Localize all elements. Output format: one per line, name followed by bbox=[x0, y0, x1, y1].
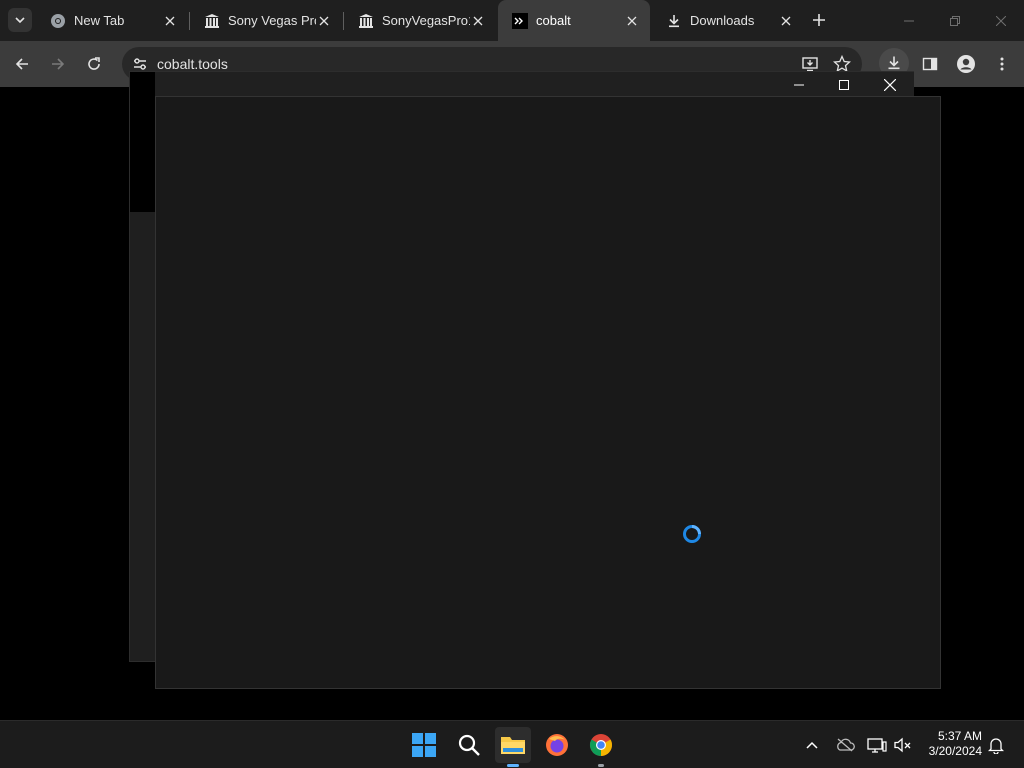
taskbar: 5:37 AM 3/20/2024 bbox=[0, 720, 1024, 768]
chrome-icon bbox=[590, 734, 612, 756]
tab-title: Sony Vegas Pro bbox=[228, 13, 316, 28]
reload-icon bbox=[88, 57, 100, 70]
close-tab-icon[interactable] bbox=[470, 13, 486, 29]
volume-muted-icon bbox=[894, 737, 911, 753]
show-hidden-icons-button[interactable] bbox=[802, 735, 822, 755]
minimize-icon bbox=[904, 20, 914, 21]
chrome-icon bbox=[50, 13, 66, 29]
folder-icon bbox=[501, 737, 525, 754]
plus-icon bbox=[813, 14, 825, 26]
dialog-minimize-button[interactable] bbox=[777, 72, 821, 97]
minimize-icon bbox=[794, 84, 804, 85]
network-button[interactable] bbox=[866, 735, 888, 755]
reload-button[interactable] bbox=[80, 50, 108, 78]
tab-new-tab[interactable]: New Tab bbox=[36, 0, 188, 41]
tab-title: New Tab bbox=[74, 13, 125, 28]
volume-button[interactable] bbox=[892, 735, 914, 755]
restore-button[interactable] bbox=[932, 0, 978, 41]
chrome-button[interactable] bbox=[583, 727, 619, 767]
close-tab-icon[interactable] bbox=[162, 13, 178, 29]
notifications-button[interactable] bbox=[986, 735, 1006, 755]
tab-title: SonyVegasPro1 bbox=[382, 13, 470, 28]
tab-title: cobalt bbox=[536, 13, 571, 28]
close-tab-icon[interactable] bbox=[778, 13, 794, 29]
bell-icon bbox=[988, 738, 1004, 754]
forward-button[interactable] bbox=[44, 50, 72, 78]
cloud-offline-icon bbox=[837, 738, 855, 752]
arrow-right-icon bbox=[52, 58, 65, 70]
active-indicator bbox=[507, 764, 519, 767]
clock-time: 5:37 AM bbox=[937, 729, 982, 743]
tune-icon bbox=[134, 58, 146, 70]
firefox-button[interactable] bbox=[539, 727, 575, 763]
menu-button[interactable] bbox=[988, 50, 1016, 78]
tab-cobalt[interactable]: cobalt bbox=[498, 0, 650, 41]
cobalt-icon bbox=[512, 12, 528, 29]
tab-search-button[interactable] bbox=[8, 8, 32, 32]
clock-date: 3/20/2024 bbox=[928, 744, 982, 758]
back-button[interactable] bbox=[8, 50, 36, 78]
dialog-body bbox=[155, 96, 941, 689]
arrow-left-icon bbox=[15, 58, 28, 70]
running-indicator bbox=[598, 764, 604, 767]
more-vert-icon bbox=[1000, 57, 1004, 71]
new-tab-button[interactable] bbox=[806, 7, 832, 33]
tab-strip: New Tab Sony Vegas Pro SonyVegasPro1 cob… bbox=[0, 0, 1024, 41]
start-button[interactable] bbox=[406, 727, 442, 763]
library-icon bbox=[204, 13, 220, 29]
side-panel-icon bbox=[922, 57, 938, 71]
minimize-button[interactable] bbox=[886, 0, 932, 41]
tab-sonyvegaspro1[interactable]: SonyVegasPro1 bbox=[344, 0, 496, 41]
download-icon bbox=[666, 13, 682, 29]
tab-sony-vegas-pro[interactable]: Sony Vegas Pro bbox=[190, 0, 342, 41]
close-icon bbox=[996, 15, 1006, 26]
download-icon bbox=[888, 56, 900, 70]
dialog-maximize-button[interactable] bbox=[822, 72, 866, 97]
network-icon bbox=[867, 738, 887, 753]
profile-button[interactable] bbox=[952, 50, 980, 78]
restore-icon bbox=[950, 15, 960, 26]
dialog-close-button[interactable] bbox=[868, 72, 912, 97]
firefox-icon bbox=[546, 734, 568, 756]
close-tab-icon[interactable] bbox=[624, 13, 640, 29]
library-icon bbox=[358, 13, 374, 29]
profile-icon bbox=[957, 55, 975, 73]
onedrive-button[interactable] bbox=[834, 735, 856, 755]
close-tab-icon[interactable] bbox=[316, 13, 332, 29]
side-panel-button[interactable] bbox=[916, 50, 944, 78]
file-explorer-button[interactable] bbox=[495, 727, 531, 767]
tab-title: Downloads bbox=[690, 13, 755, 28]
search-button[interactable] bbox=[451, 727, 487, 763]
tab-downloads[interactable]: Downloads bbox=[652, 0, 804, 41]
url-text: cobalt.tools bbox=[157, 56, 228, 72]
dialog-titlebar bbox=[155, 72, 914, 97]
close-icon bbox=[884, 78, 896, 91]
chevron-up-icon bbox=[806, 741, 818, 749]
maximize-icon bbox=[839, 79, 849, 90]
loading-spinner-icon bbox=[683, 525, 701, 543]
search-icon bbox=[458, 734, 480, 756]
windows-logo-icon bbox=[412, 733, 436, 757]
clock[interactable]: 5:37 AM 3/20/2024 bbox=[929, 729, 982, 759]
close-window-button[interactable] bbox=[978, 0, 1024, 41]
chevron-down-icon bbox=[15, 17, 25, 24]
